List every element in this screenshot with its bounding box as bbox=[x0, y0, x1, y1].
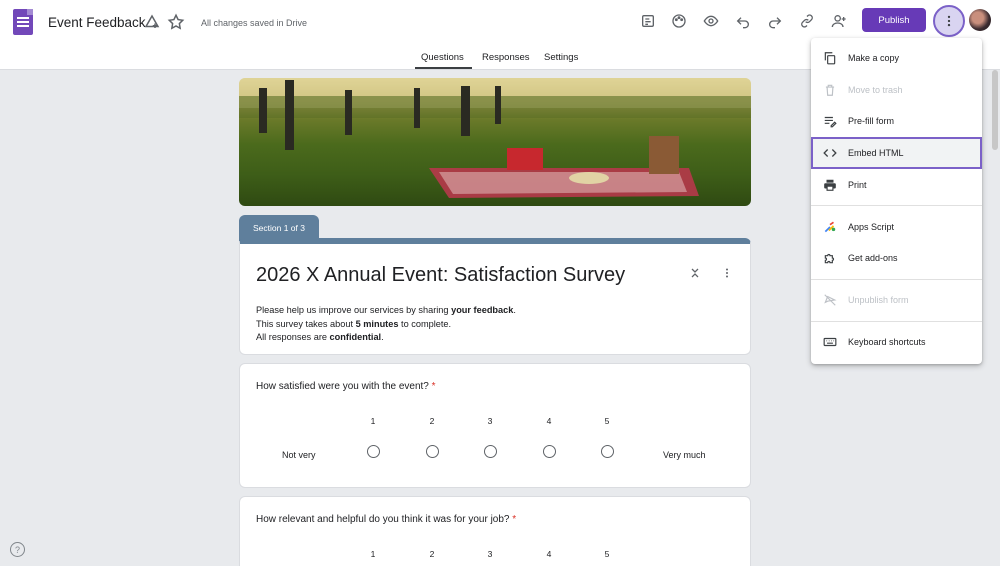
menu-item-apps-script[interactable]: Apps Script bbox=[811, 212, 982, 242]
redo-icon[interactable] bbox=[764, 10, 786, 32]
scale-number: 2 bbox=[429, 549, 435, 559]
menu-item-make-copy[interactable]: Make a copy bbox=[811, 43, 982, 73]
save-status: All changes saved in Drive bbox=[201, 18, 308, 28]
document-title[interactable]: Event Feedback bbox=[48, 15, 146, 30]
header-image bbox=[239, 78, 751, 206]
palette-icon[interactable] bbox=[668, 10, 690, 32]
scale-number: 3 bbox=[487, 416, 493, 426]
prefill-icon bbox=[822, 113, 838, 129]
radio-option[interactable] bbox=[367, 445, 380, 458]
star-icon[interactable] bbox=[166, 12, 186, 32]
radio-option[interactable] bbox=[484, 445, 497, 458]
active-tab-indicator bbox=[415, 67, 472, 69]
keyboard-icon bbox=[822, 334, 838, 350]
menu-item-embed-html[interactable]: Embed HTML bbox=[811, 137, 982, 169]
undo-icon[interactable] bbox=[732, 10, 754, 32]
forms-logo-icon[interactable] bbox=[13, 9, 33, 35]
preview-eye-icon[interactable] bbox=[700, 10, 722, 32]
customize-icon[interactable] bbox=[637, 10, 659, 32]
menu-item-move-to-trash: Move to trash bbox=[811, 75, 982, 105]
collapse-section-icon[interactable] bbox=[688, 266, 702, 280]
radio-option[interactable] bbox=[601, 445, 614, 458]
scale-low-label: Not very bbox=[282, 450, 316, 460]
link-icon[interactable] bbox=[796, 10, 818, 32]
puzzle-icon bbox=[822, 250, 838, 266]
apps-script-icon bbox=[822, 219, 838, 235]
trash-icon bbox=[822, 82, 838, 98]
menu-divider bbox=[811, 205, 982, 206]
move-to-folder-icon[interactable] bbox=[142, 12, 162, 32]
more-options-menu: Make a copy Move to trash Pre-fill form … bbox=[811, 38, 982, 364]
required-asterisk: * bbox=[512, 514, 517, 525]
question-text: How relevant and helpful do you think it… bbox=[256, 514, 517, 525]
form-description[interactable]: Please help us improve our services by s… bbox=[256, 304, 516, 345]
menu-divider bbox=[811, 321, 982, 322]
question-card[interactable]: How relevant and helpful do you think it… bbox=[239, 496, 751, 566]
more-options-button[interactable] bbox=[933, 5, 965, 37]
question-text: How satisfied were you with the event? * bbox=[256, 381, 436, 392]
scale-number: 1 bbox=[370, 416, 376, 426]
scale-number: 1 bbox=[370, 549, 376, 559]
menu-item-prefill-form[interactable]: Pre-fill form bbox=[811, 106, 982, 136]
tab-settings[interactable]: Settings bbox=[544, 52, 578, 63]
avatar[interactable] bbox=[969, 9, 991, 31]
tab-questions[interactable]: Questions bbox=[421, 52, 464, 63]
help-icon[interactable]: ? bbox=[10, 542, 25, 557]
scale-number: 5 bbox=[604, 549, 610, 559]
scale-number: 4 bbox=[546, 416, 552, 426]
publish-button[interactable]: Publish bbox=[862, 8, 926, 32]
menu-item-get-addons[interactable]: Get add-ons bbox=[811, 243, 982, 273]
form-title-card: 2026 X Annual Event: Satisfaction Survey… bbox=[239, 238, 751, 355]
menu-divider bbox=[811, 279, 982, 280]
required-asterisk: * bbox=[431, 381, 436, 392]
scale-number: 5 bbox=[604, 416, 610, 426]
menu-item-keyboard-shortcuts[interactable]: Keyboard shortcuts bbox=[811, 327, 982, 357]
copy-icon bbox=[822, 50, 838, 66]
scale-number: 3 bbox=[487, 549, 493, 559]
scale-high-label: Very much bbox=[663, 450, 706, 460]
form-title[interactable]: 2026 X Annual Event: Satisfaction Survey bbox=[256, 264, 625, 287]
menu-item-print[interactable]: Print bbox=[811, 170, 982, 200]
radio-option[interactable] bbox=[543, 445, 556, 458]
unpublish-icon bbox=[822, 292, 838, 308]
radio-option[interactable] bbox=[426, 445, 439, 458]
scale-number: 2 bbox=[429, 416, 435, 426]
scrollbar[interactable] bbox=[992, 70, 998, 150]
tab-responses[interactable]: Responses bbox=[482, 52, 530, 63]
print-icon bbox=[822, 177, 838, 193]
code-icon bbox=[822, 145, 838, 161]
add-collaborator-icon[interactable] bbox=[828, 10, 850, 32]
question-card[interactable]: How satisfied were you with the event? *… bbox=[239, 363, 751, 488]
scale-number: 4 bbox=[546, 549, 552, 559]
more-vert-icon bbox=[947, 15, 951, 27]
section-more-icon[interactable] bbox=[720, 266, 734, 280]
menu-item-unpublish-form: Unpublish form bbox=[811, 285, 982, 315]
